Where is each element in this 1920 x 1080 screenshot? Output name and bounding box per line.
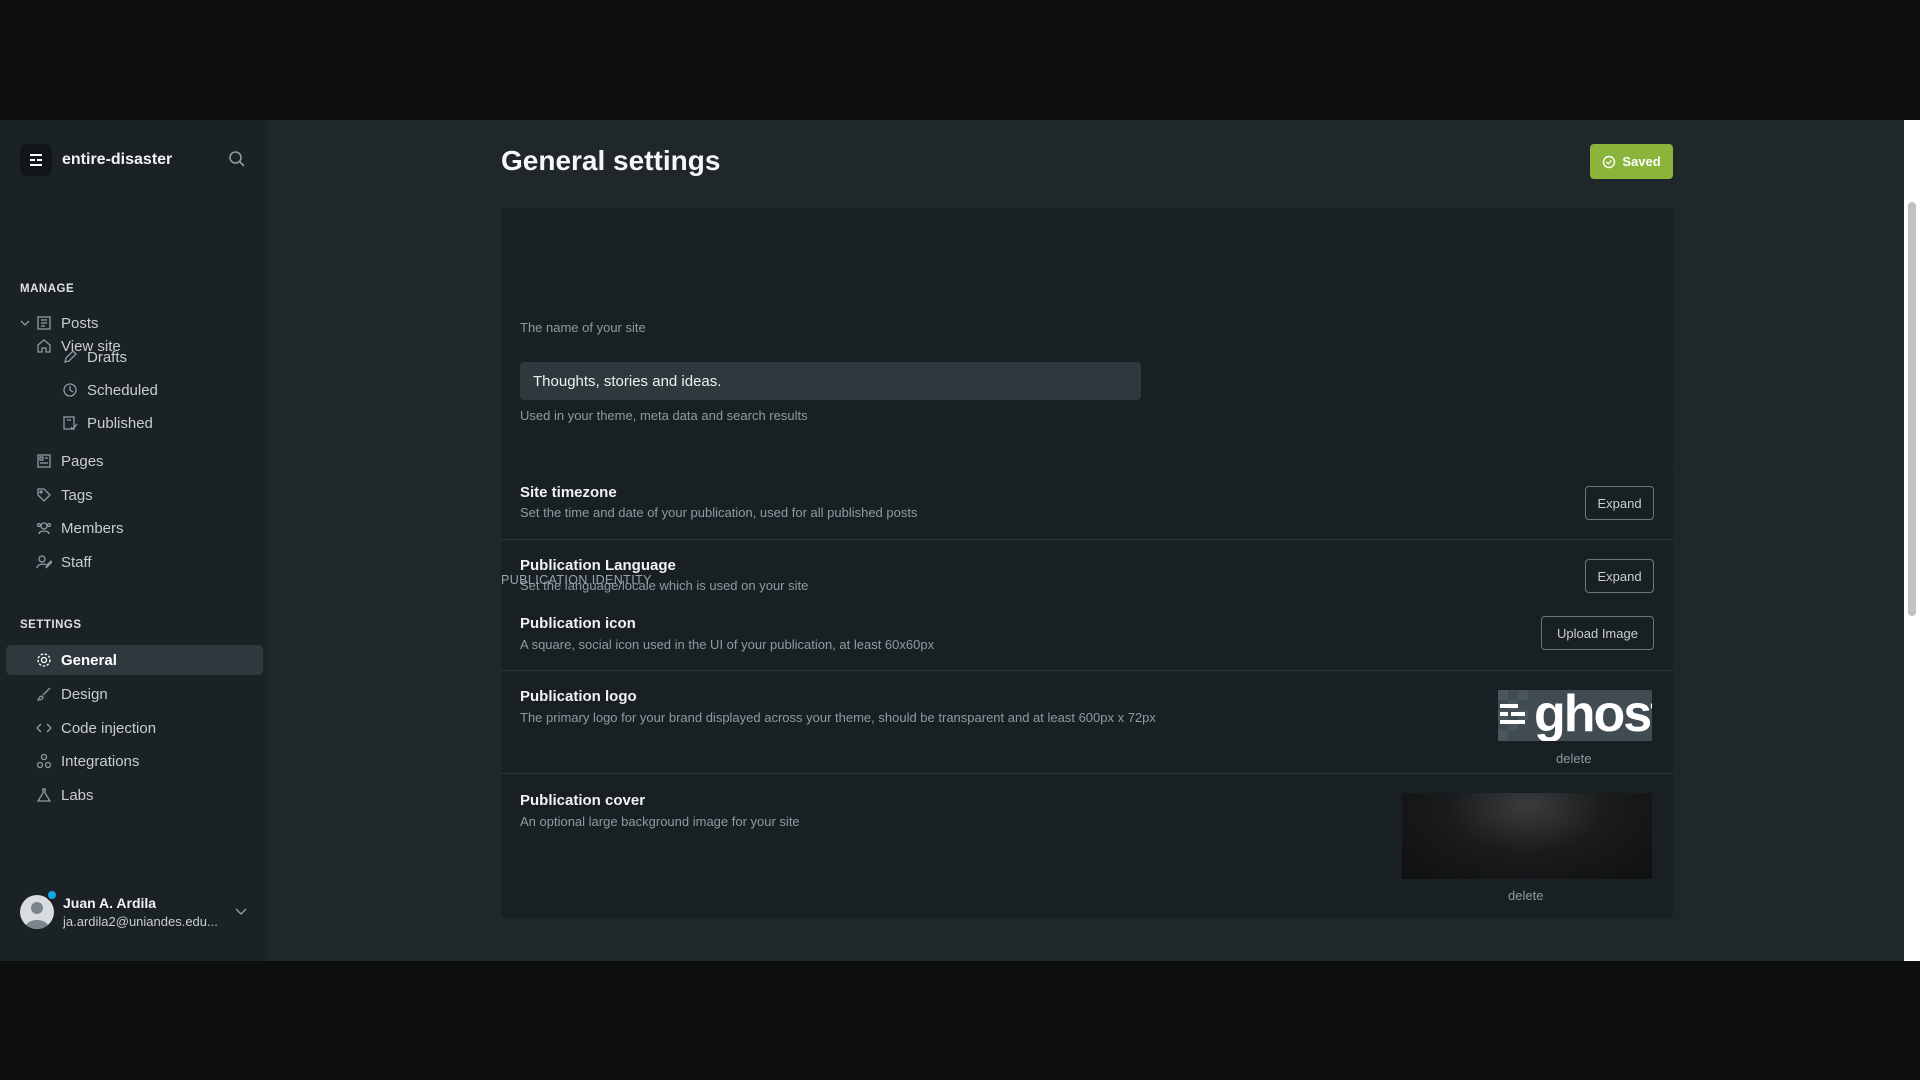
timezone-expand-button[interactable]: Expand xyxy=(1585,486,1654,520)
publication-logo-desc: The primary logo for your brand displaye… xyxy=(520,710,1156,725)
publication-cover-title: Publication cover xyxy=(520,792,646,809)
publication-icon-desc: A square, social icon used in the UI of … xyxy=(520,637,935,652)
page-title: General settings xyxy=(501,145,721,176)
site-timezone-desc: Set the time and date of your publicatio… xyxy=(520,505,918,520)
site-timezone-title: Site timezone xyxy=(520,484,617,501)
locale-settings-card: Site timezone Set the time and date of y… xyxy=(501,466,1673,615)
publication-cover-image[interactable] xyxy=(1402,793,1652,879)
sidebar-item-code-injection[interactable]: Code injection xyxy=(6,713,263,743)
logo-text: ghost xyxy=(1534,690,1652,741)
members-icon xyxy=(36,522,52,535)
code-icon xyxy=(36,723,52,733)
brand[interactable]: entire-disaster xyxy=(20,142,172,178)
publication-cover-desc: An optional large background image for y… xyxy=(520,814,800,829)
scrollbar[interactable] xyxy=(1904,120,1920,961)
language-expand-button[interactable]: Expand xyxy=(1585,559,1654,593)
divider xyxy=(501,539,1673,540)
cover-delete-link[interactable]: delete xyxy=(1508,888,1543,903)
site-description-input[interactable]: Thoughts, stories and ideas. xyxy=(520,362,1141,400)
sidebar-item-staff[interactable]: Staff xyxy=(6,547,263,577)
sidebar-item-integrations[interactable]: Integrations xyxy=(6,746,263,776)
sidebar-item-scheduled[interactable]: Scheduled xyxy=(6,375,263,405)
app-window: entire-disaster View site MANAGE Posts D… xyxy=(0,120,1920,961)
tag-icon xyxy=(37,488,51,502)
brush-icon xyxy=(36,687,51,701)
notification-dot xyxy=(46,889,58,901)
clock-icon xyxy=(63,383,77,397)
publication-logo-image[interactable]: ghost xyxy=(1498,690,1652,741)
divider xyxy=(501,773,1673,774)
manage-section-title: MANAGE xyxy=(20,283,75,295)
gear-icon xyxy=(37,653,51,667)
general-settings-card: The name of your site Thoughts, stories … xyxy=(501,208,1673,495)
publication-identity-title: PUBLICATION IDENTITY xyxy=(501,573,652,587)
sidebar-item-general[interactable]: General xyxy=(6,645,263,675)
sidebar-item-tags[interactable]: Tags xyxy=(6,480,263,510)
sidebar-item-posts[interactable]: Posts xyxy=(6,308,263,338)
sidebar-item-drafts[interactable]: Drafts xyxy=(6,342,263,372)
publication-language-title: Publication Language xyxy=(520,557,676,574)
flask-icon xyxy=(36,788,52,802)
publication-icon-title: Publication icon xyxy=(520,615,636,632)
posts-icon xyxy=(37,316,51,330)
main-content: General settings Saved The name of your … xyxy=(268,120,1904,961)
sidebar: entire-disaster View site MANAGE Posts D… xyxy=(0,120,268,961)
staff-icon xyxy=(36,555,52,569)
search-icon[interactable] xyxy=(228,150,248,170)
user-name: Juan A. Ardila xyxy=(63,895,157,911)
publication-logo-title: Publication logo xyxy=(520,688,637,705)
sidebar-item-published[interactable]: Published xyxy=(6,408,263,438)
sidebar-item-labs[interactable]: Labs xyxy=(6,780,263,810)
settings-section-title: SETTINGS xyxy=(20,619,82,631)
published-icon xyxy=(63,416,78,430)
chevron-down-icon[interactable] xyxy=(234,904,248,918)
user-menu[interactable]: Juan A. Ardila ja.ardila2@uniandes.edu..… xyxy=(20,889,250,934)
divider xyxy=(501,670,1673,671)
sidebar-item-pages[interactable]: Pages xyxy=(6,446,263,476)
sidebar-item-members[interactable]: Members xyxy=(6,513,263,543)
pencil-icon xyxy=(64,350,77,363)
pages-icon xyxy=(37,454,51,468)
logo-delete-link[interactable]: delete xyxy=(1556,751,1591,766)
scrollbar-thumb[interactable] xyxy=(1908,202,1916,616)
site-logo-icon xyxy=(20,144,52,176)
check-circle-icon xyxy=(1603,155,1616,168)
site-name: entire-disaster xyxy=(62,151,173,168)
user-email: ja.ardila2@uniandes.edu... xyxy=(63,914,218,929)
upload-image-button[interactable]: Upload Image xyxy=(1541,616,1654,650)
saved-button[interactable]: Saved xyxy=(1590,144,1673,179)
site-description-help: Used in your theme, meta data and search… xyxy=(520,408,808,423)
integrations-icon xyxy=(36,753,52,769)
site-title-help: The name of your site xyxy=(520,320,646,335)
sidebar-item-design[interactable]: Design xyxy=(6,679,263,709)
